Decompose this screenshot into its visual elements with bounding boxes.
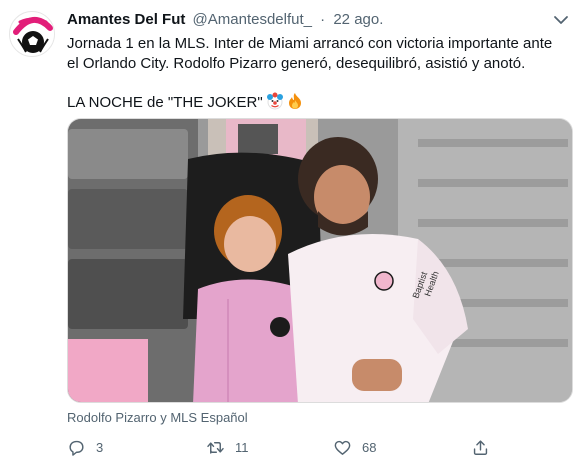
timestamp[interactable]: 22 ago. [333, 11, 383, 28]
tweet-header: Amantes Del Fut @Amantesdelfut_ · 22 ago… [67, 10, 383, 32]
reply-icon [69, 440, 84, 456]
like-button[interactable]: 68 [333, 435, 376, 459]
author-name[interactable]: Amantes Del Fut [67, 11, 185, 28]
amantes-del-fut-logo [10, 12, 54, 56]
reply-button[interactable]: 3 [67, 435, 103, 459]
retweet-count: 11 [235, 439, 249, 455]
tweet-text-line-2: el Orlando City. Rodolfo Pizarro generó,… [67, 55, 526, 72]
tweet-text-line-3: LA NOCHE de "THE JOKER" [67, 94, 263, 111]
retweet-icon [207, 441, 224, 454]
tweet-photo[interactable]: Baptist Health [67, 118, 573, 403]
like-count: 68 [362, 439, 377, 455]
tweet-text-line-3-wrapper: LA NOCHE de "THE JOKER" [67, 92, 572, 116]
clown-face-icon [266, 92, 284, 116]
reply-count: 3 [96, 439, 104, 455]
fire-icon [287, 92, 303, 116]
action-bar: 3 11 68 [67, 435, 573, 459]
heart-icon [334, 440, 351, 455]
tweet-text-line-1: Jornada 1 en la MLS. Inter de Miami arra… [67, 35, 553, 52]
author-handle[interactable]: @Amantesdelfut_ [193, 11, 312, 28]
more-options-chevron-icon[interactable] [552, 13, 570, 27]
separator-dot: · [320, 11, 326, 28]
share-button[interactable] [471, 435, 490, 459]
tagged-users[interactable]: Rodolfo Pizarro y MLS Español [67, 410, 248, 426]
tweet-text: Jornada 1 en la MLS. Inter de Miami arra… [67, 34, 572, 116]
retweet-button[interactable]: 11 [206, 435, 249, 459]
share-icon [473, 439, 488, 455]
tweet: Amantes Del Fut @Amantesdelfut_ · 22 ago… [0, 0, 587, 465]
avatar[interactable] [9, 11, 55, 57]
photo-illustration: Baptist Health [68, 119, 572, 402]
